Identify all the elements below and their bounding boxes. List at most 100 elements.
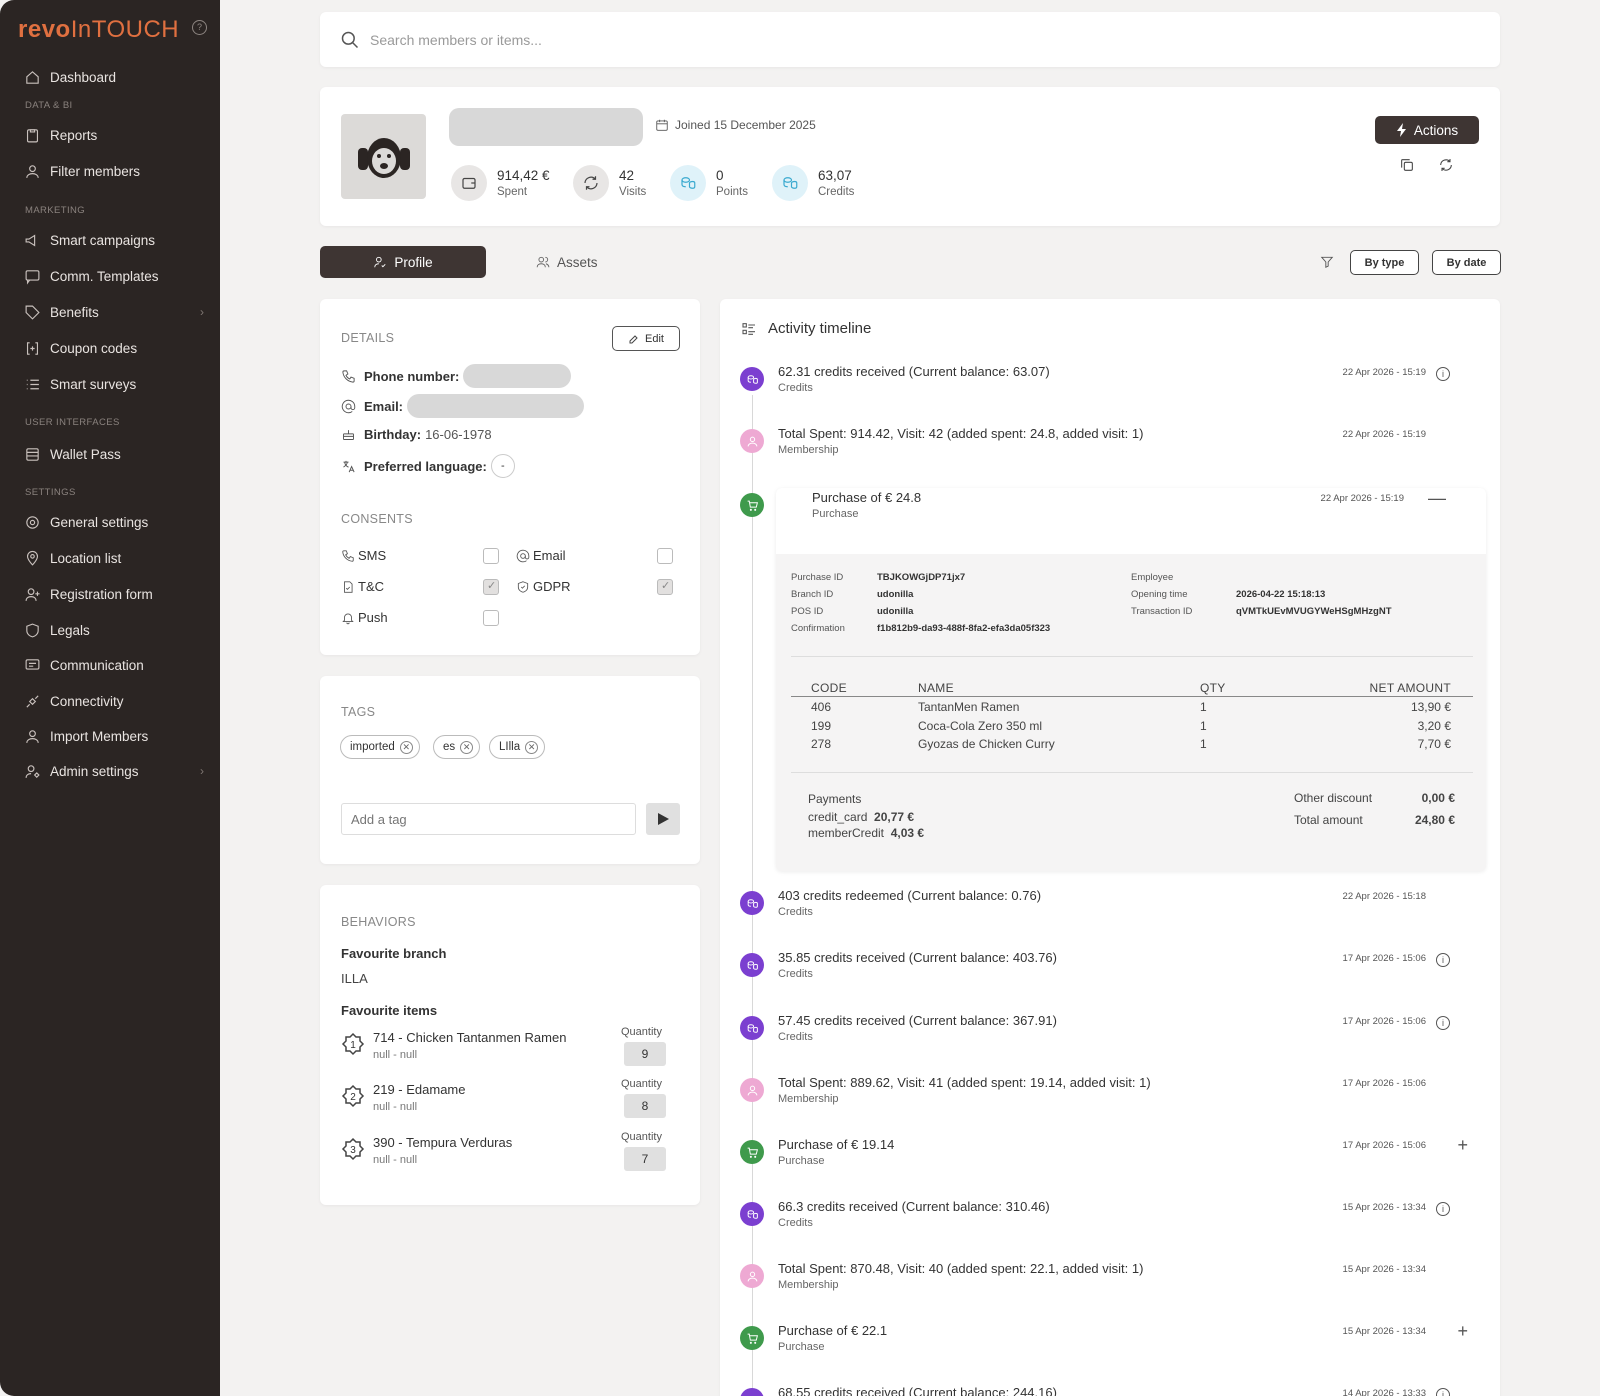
item-cell: 1	[1200, 700, 1207, 714]
sidebar-item-coupon-codes[interactable]: Coupon codes	[24, 334, 204, 362]
gear-icon	[26, 515, 39, 529]
info-icon[interactable]: i	[1436, 367, 1450, 381]
purchase-icon	[740, 1140, 764, 1164]
badge-1-icon: 1	[341, 1032, 365, 1056]
nav-section-marketing: MARKETING	[25, 205, 86, 216]
transaction-id-label: Transaction ID	[1131, 606, 1193, 617]
expand-icon[interactable]: +	[1457, 1135, 1468, 1156]
sidebar-item-admin-settings[interactable]: Admin settings ›	[24, 757, 204, 785]
info-icon[interactable]: i	[1436, 1388, 1450, 1396]
consents-title: CONSENTS	[341, 512, 413, 526]
payment-row: credit_card 20,77 €	[808, 810, 915, 824]
admin-icon	[25, 764, 40, 778]
info-icon[interactable]: i	[1436, 1202, 1450, 1216]
refresh-icon	[584, 176, 598, 190]
megaphone-icon	[25, 234, 36, 246]
add-tag-input[interactable]	[342, 804, 622, 834]
items-col-name: NAME	[918, 681, 954, 695]
sidebar-item-general-settings[interactable]: General settings	[24, 508, 204, 536]
item-cell: Gyozas de Chicken Curry	[918, 737, 1055, 751]
purchase-icon	[740, 493, 764, 517]
help-icon[interactable]: ?	[192, 20, 207, 35]
collapse-icon[interactable]: —	[1428, 488, 1446, 509]
nav-section-user-interfaces: USER INTERFACES	[25, 417, 120, 428]
copy-icon[interactable]	[1399, 157, 1417, 175]
consent-tc-checkbox[interactable]	[483, 579, 499, 595]
user-plus-icon	[25, 587, 40, 601]
tab-assets[interactable]: Assets	[536, 246, 616, 278]
consent-email: Email	[516, 548, 566, 563]
opening-time-label: Opening time	[1131, 589, 1188, 600]
phone-redacted	[463, 364, 572, 388]
svg-text:1: 1	[350, 1040, 356, 1051]
remove-tag-icon[interactable]: ✕	[399, 740, 413, 754]
app-logo[interactable]: revoInTOUCH	[18, 16, 179, 44]
item-cell: 1	[1200, 737, 1207, 751]
nav-section-settings: SETTINGS	[25, 487, 76, 498]
coins-icon	[783, 177, 798, 189]
sidebar-item-benefits[interactable]: Benefits ›	[24, 298, 204, 326]
sidebar-item-wallet-pass[interactable]: Wallet Pass	[24, 440, 204, 468]
item-cell: 7,70 €	[1417, 737, 1451, 751]
actions-button[interactable]: Actions	[1375, 116, 1479, 144]
sidebar-item-reports[interactable]: Reports	[24, 121, 204, 149]
sidebar-item-location-list[interactable]: Location list	[24, 544, 204, 572]
message-icon	[25, 269, 40, 285]
opening-time-value: 2026-04-22 15:18:13	[1236, 589, 1326, 600]
transaction-id-value: qVMTkUEvMVUGYWeHSgMHzgNT	[1236, 606, 1392, 617]
credits-icon	[740, 367, 764, 391]
refresh-icon[interactable]	[1438, 157, 1456, 175]
add-tag-button[interactable]	[646, 803, 680, 835]
sidebar-item-smart-campaigns[interactable]: Smart campaigns	[24, 226, 204, 254]
by-date-button[interactable]: By date	[1432, 250, 1501, 275]
home-icon	[26, 70, 39, 84]
divider	[791, 656, 1473, 657]
details-card: DETAILS Edit Phone number: Email: Birthd…	[320, 299, 700, 655]
sidebar-item-legals[interactable]: Legals	[24, 616, 204, 644]
favourite-item: 2 219 - Edamame null - null Quantity 8	[341, 1078, 671, 1126]
lightning-icon	[1396, 123, 1406, 137]
item-cell: 13,90 €	[1410, 700, 1451, 714]
svg-text:3: 3	[350, 1145, 356, 1156]
items-col-code: CODE	[811, 681, 847, 695]
search-icon	[341, 31, 359, 48]
sidebar-item-dashboard[interactable]: Dashboard	[24, 63, 204, 91]
search-bar	[320, 12, 1500, 67]
consent-email-checkbox[interactable]	[657, 548, 673, 564]
consent-tc: T&C	[341, 579, 384, 594]
tags-card: TAGS	[320, 676, 700, 864]
expand-icon[interactable]: +	[1457, 1321, 1468, 1342]
payment-row: memberCredit 4,03 €	[808, 826, 925, 840]
sidebar-item-registration-form[interactable]: Registration form	[24, 580, 204, 608]
birthday-row: Birthday: 16-06-1978	[341, 423, 492, 445]
cake-icon	[343, 429, 354, 440]
filter-icon[interactable]	[1320, 255, 1334, 269]
consent-push-checkbox[interactable]	[483, 610, 499, 626]
info-icon[interactable]: i	[1436, 953, 1450, 967]
remove-tag-icon[interactable]: ✕	[525, 740, 539, 754]
info-icon[interactable]: i	[1436, 1016, 1450, 1030]
sidebar-item-filter-members[interactable]: Filter members	[24, 157, 204, 185]
sidebar-item-comm-templates[interactable]: Comm. Templates	[24, 262, 204, 290]
favourite-item: 3 390 - Tempura Verduras null - null Qua…	[341, 1131, 671, 1179]
remove-tag-icon[interactable]: ✕	[460, 740, 474, 754]
sidebar-item-communication[interactable]: Communication	[24, 651, 204, 679]
sidebar-item-smart-surveys[interactable]: Smart surveys	[24, 370, 204, 398]
consent-gdpr: GDPR	[516, 579, 571, 594]
search-input[interactable]	[370, 31, 1270, 48]
at-icon	[341, 399, 356, 413]
by-type-button[interactable]: By type	[1350, 250, 1419, 275]
edit-button[interactable]: Edit	[612, 326, 680, 351]
clipboard-icon	[26, 128, 39, 142]
credits-icon	[740, 1016, 764, 1040]
sidebar-item-import-members[interactable]: Import Members	[24, 722, 204, 750]
sidebar-item-connectivity[interactable]: Connectivity	[24, 687, 204, 715]
language-value[interactable]: -	[490, 454, 515, 478]
tab-profile[interactable]: Profile	[320, 246, 486, 278]
stat-credits: 63,07 Credits	[772, 163, 854, 203]
consent-gdpr-checkbox[interactable]	[657, 579, 673, 595]
other-discount-label: Other discount	[1294, 791, 1373, 805]
consent-sms-checkbox[interactable]	[483, 548, 499, 564]
total-amount-label: Total amount	[1294, 813, 1363, 827]
membership-icon	[740, 429, 764, 453]
